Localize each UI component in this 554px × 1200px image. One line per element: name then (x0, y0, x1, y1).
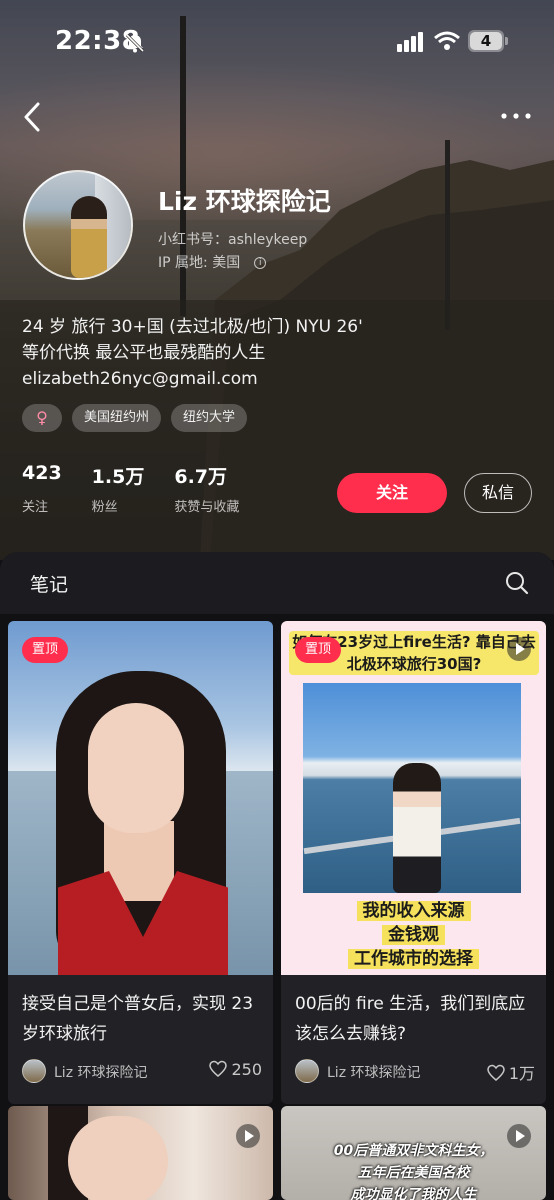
stat-likes-label: 获赞与收藏 (174, 500, 240, 515)
gender-female-icon: ♀ (22, 404, 62, 432)
cover-text-line-3: 成功显化了我的人生 (350, 1187, 477, 1200)
note-card[interactable]: 00后普通双非文科生女， 五年后在美国名校 成功显化了我的人生 (281, 1106, 546, 1200)
profile-tags: ♀ 美国纽约州 纽约大学 (22, 404, 248, 432)
cellular-signal-icon (397, 32, 423, 52)
heart-icon[interactable] (209, 1060, 228, 1078)
bio-line-1: 24 岁 旅行 30+国 (去过北极/也门) NYU 26' (22, 317, 363, 337)
profile-avatar[interactable] (23, 170, 133, 280)
note-title[interactable]: 接受自己是个普女后，实现 23 岁环球旅行 (22, 989, 262, 1049)
note-cover-image[interactable]: 置顶 (8, 621, 273, 975)
cover-text-line-1: 00后普通双非文科生女， (333, 1143, 494, 1159)
profile-bio: 24 岁 旅行 30+国 (去过北极/也门) NYU 26' 等价代换 最公平也… (22, 314, 532, 392)
ip-location: IP 属地: 美国 (158, 255, 241, 271)
tag-location[interactable]: 美国纽约州 (72, 404, 162, 432)
battery-level: 4 (470, 32, 502, 50)
video-play-icon (507, 1124, 531, 1148)
like-count-value: 250 (231, 1060, 262, 1079)
note-footer: Liz 环球探险记 1万 (295, 1059, 535, 1085)
wifi-icon (434, 31, 460, 50)
redbook-id[interactable]: 小红书号：ashleykeep (158, 229, 307, 249)
bio-email: elizabeth26nyc@gmail.com (22, 369, 258, 389)
like-count[interactable]: 250 (209, 1060, 262, 1079)
tag-school[interactable]: 纽约大学 (171, 404, 248, 432)
cover-line-1: 我的收入来源 (356, 901, 471, 921)
pinned-badge: 置顶 (295, 637, 342, 663)
status-bar: 22:38 4 (0, 24, 554, 60)
cover-line-2: 金钱观 (382, 925, 445, 945)
note-card[interactable] (8, 1106, 273, 1200)
ip-location-row: IP 属地: 美国 i (158, 252, 267, 272)
cover-text-line-2: 五年后在美国名校 (357, 1165, 470, 1181)
author-avatar[interactable] (295, 1059, 319, 1083)
notes-header: 笔记 (0, 552, 554, 614)
author-name[interactable]: Liz 环球探险记 (327, 1062, 421, 1082)
video-play-icon (507, 637, 531, 661)
more-options-icon[interactable] (500, 108, 532, 124)
bio-line-2: 等价代换 最公平也最残酷的人生 (22, 343, 266, 363)
heart-icon[interactable] (487, 1064, 505, 1082)
profile-stats: 423 关注 1.5万 粉丝 6.7万 获赞与收藏 (22, 462, 269, 515)
cover-text: 00后普通双非文科生女， 五年后在美国名校 成功显化了我的人生 (281, 1140, 546, 1200)
stat-followers[interactable]: 1.5万 粉丝 (92, 462, 145, 515)
video-play-icon (236, 1124, 260, 1148)
message-button[interactable]: 私信 (464, 473, 532, 513)
stat-following[interactable]: 423 关注 (22, 462, 62, 515)
stat-following-label: 关注 (22, 500, 49, 515)
stat-likes-value: 6.7万 (174, 466, 228, 488)
cover-line-3: 工作城市的选择 (348, 949, 479, 969)
mute-bell-icon (125, 33, 145, 53)
pinned-badge: 置顶 (22, 637, 69, 663)
search-icon[interactable] (505, 571, 529, 595)
stat-likes-saves[interactable]: 6.7万 获赞与收藏 (174, 462, 239, 515)
note-footer: Liz 环球探险记 250 (22, 1059, 262, 1085)
info-icon[interactable]: i (254, 257, 267, 269)
stat-followers-value: 1.5万 (91, 466, 145, 488)
note-card[interactable]: 置顶 接受自己是个普女后，实现 23 岁环球旅行 Liz 环球探险记 250 (8, 621, 273, 1104)
stat-followers-label: 粉丝 (91, 500, 118, 515)
tab-notes[interactable]: 笔记 (30, 570, 68, 597)
note-title[interactable]: 00后的 fire 生活，我们到底应该怎么去赚钱? (295, 989, 535, 1049)
like-count[interactable]: 1万 (487, 1060, 535, 1084)
author-name[interactable]: Liz 环球探险记 (54, 1062, 148, 1082)
note-cover-image[interactable]: 如何在23岁过上fire生活? 靠自己去北极环球旅行30国? 我的收入来源 金钱… (281, 621, 546, 975)
author-avatar[interactable] (22, 1059, 46, 1083)
note-card[interactable]: 如何在23岁过上fire生活? 靠自己去北极环球旅行30国? 我的收入来源 金钱… (281, 621, 546, 1104)
battery-icon: 4 (468, 30, 508, 52)
back-arrow-icon[interactable] (20, 100, 44, 134)
like-count-value: 1万 (508, 1064, 535, 1083)
follow-button[interactable]: 关注 (337, 473, 447, 513)
stat-following-value: 423 (22, 462, 62, 484)
profile-name: Liz 环球探险记 (158, 187, 331, 216)
cover-bottom-text: 我的收入来源 金钱观 工作城市的选择 (281, 899, 546, 971)
